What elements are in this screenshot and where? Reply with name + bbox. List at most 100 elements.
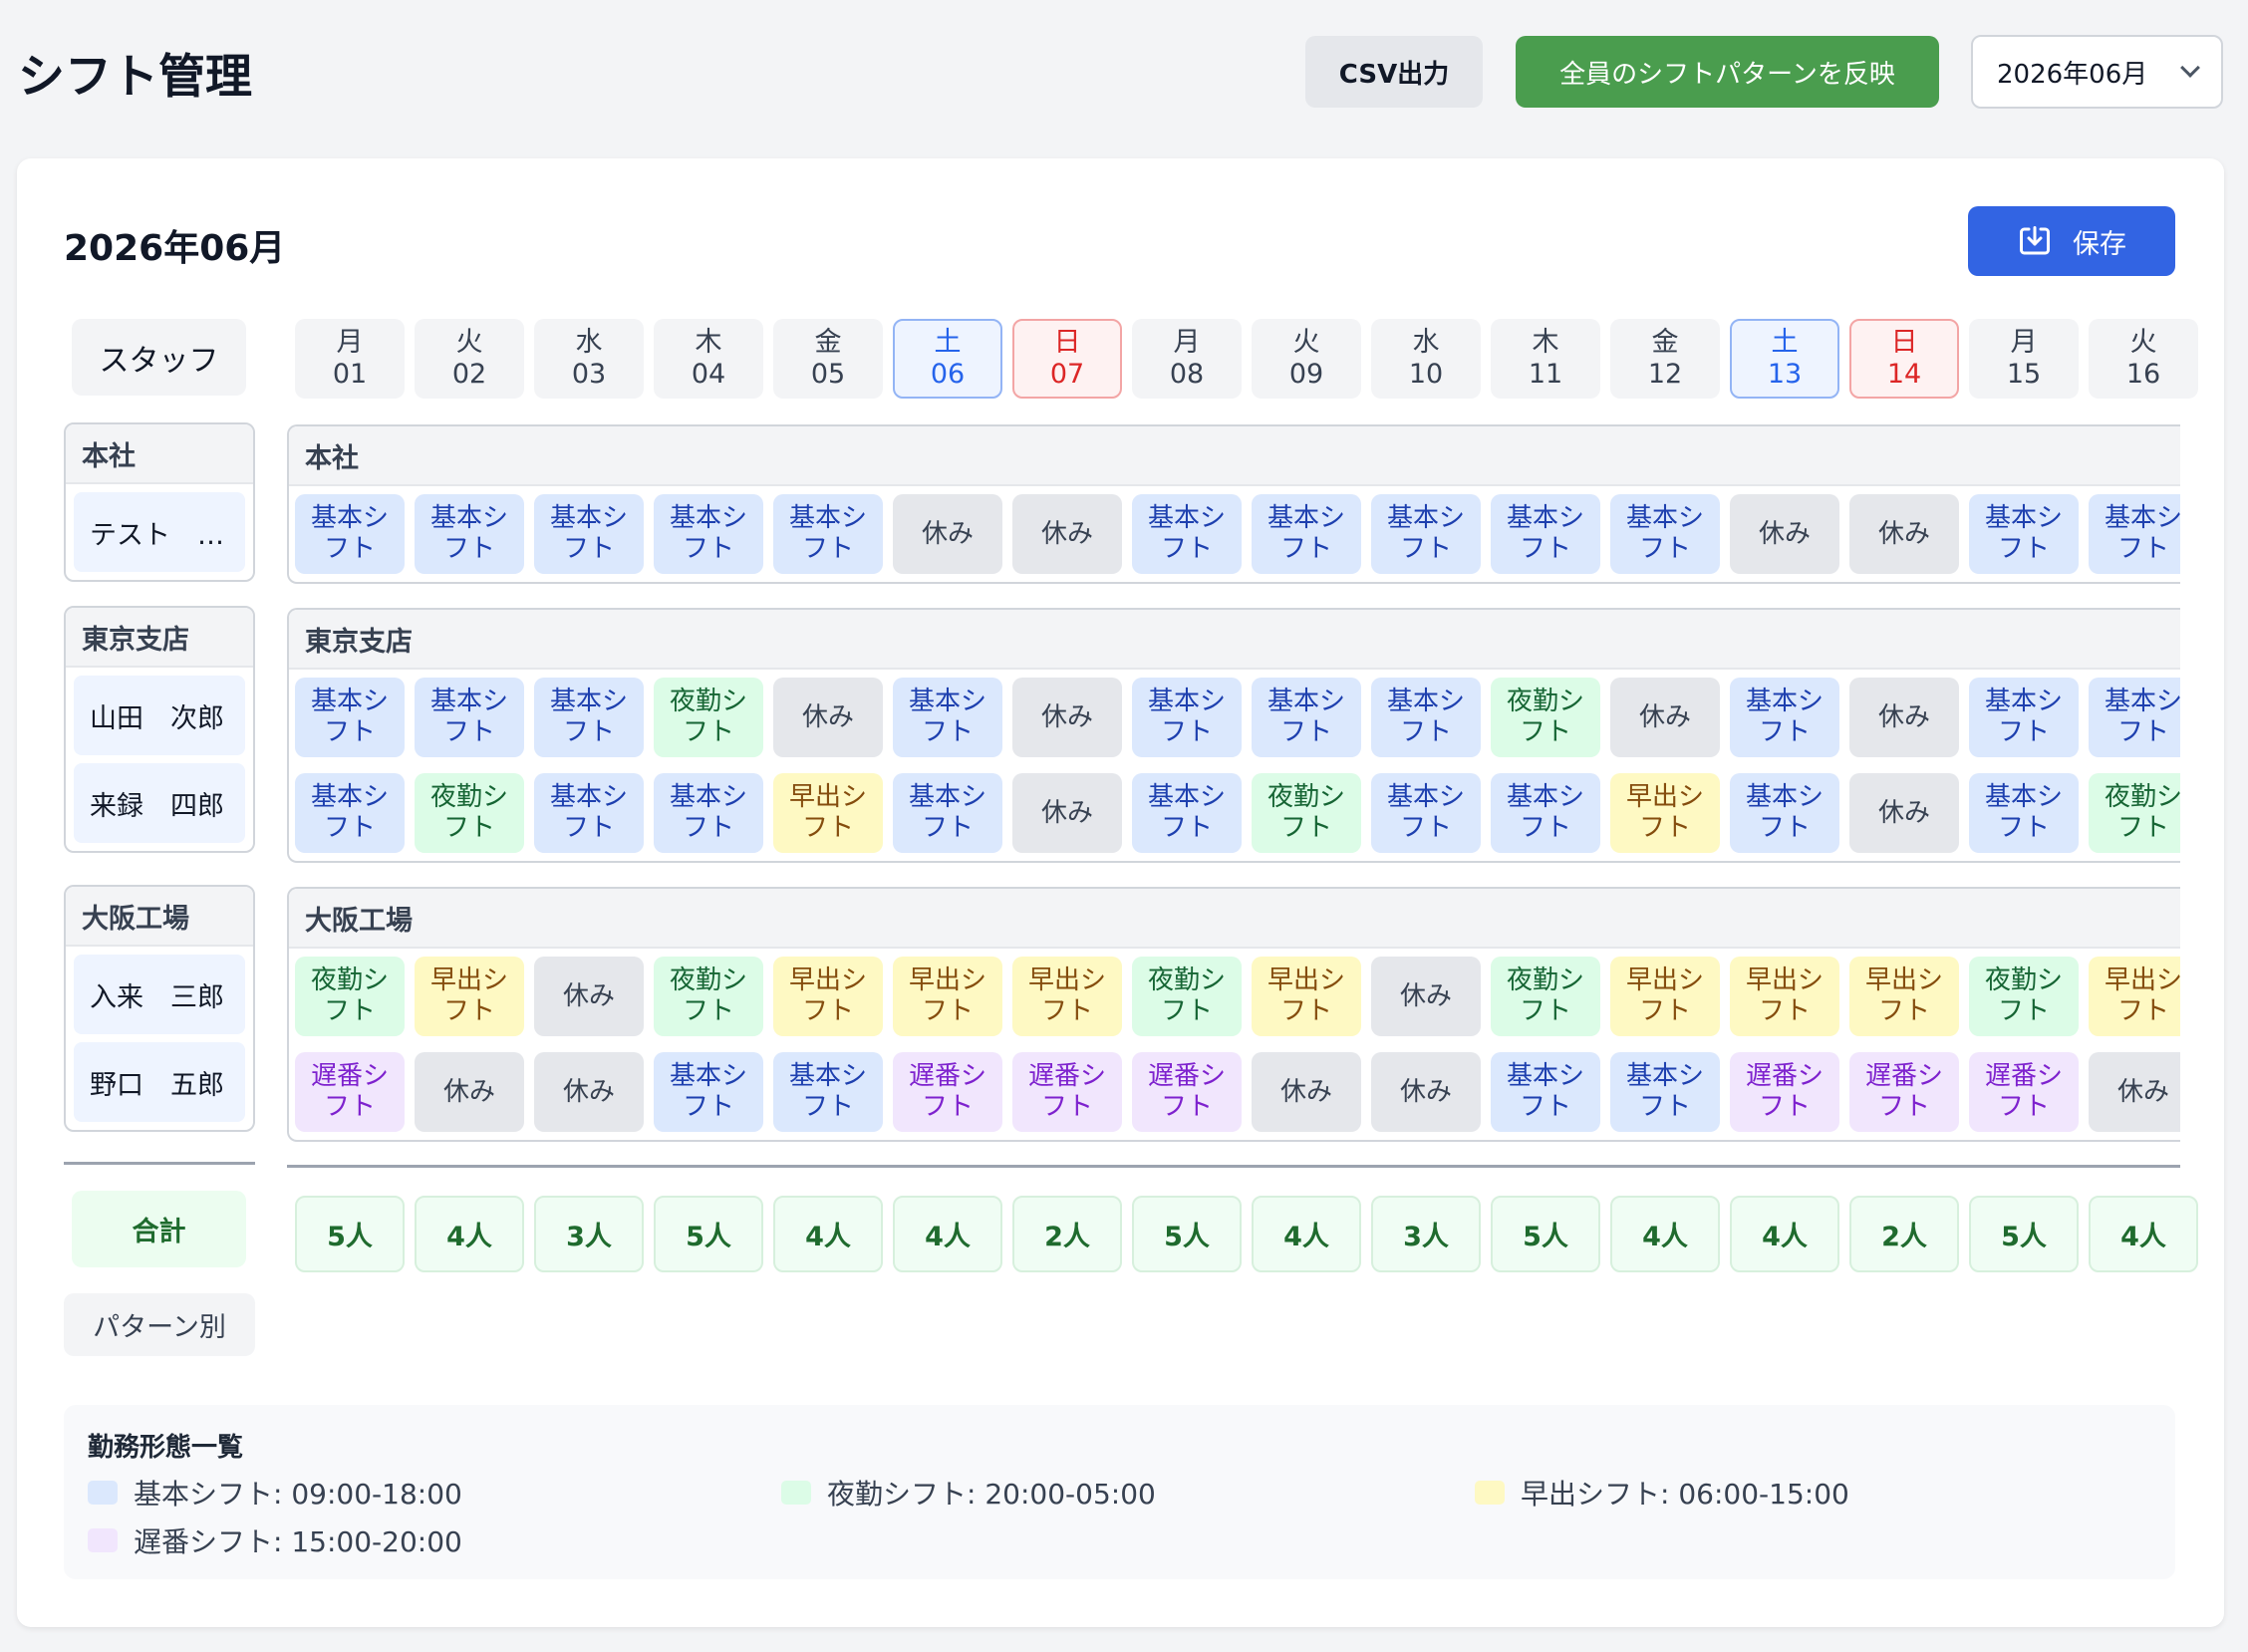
shift-cell[interactable]: 基本シ フト xyxy=(893,773,1002,853)
shift-cell[interactable]: 夜勤シ フト xyxy=(1969,957,2079,1036)
shift-cell[interactable]: 早出シ フト xyxy=(893,957,1002,1036)
shift-cell[interactable]: 基本シ フト xyxy=(2089,678,2180,757)
staff-name[interactable]: 来録 四郎 xyxy=(74,763,245,843)
shift-cell[interactable]: 基本シ フト xyxy=(1371,678,1481,757)
shift-cell[interactable]: 夜勤シ フト xyxy=(1252,773,1361,853)
shift-cell[interactable]: 早出シ フト xyxy=(1012,957,1122,1036)
shift-cell[interactable]: 遅番シ フト xyxy=(1969,1052,2079,1132)
staff-name[interactable]: 入来 三郎 xyxy=(74,955,245,1034)
daily-total: 4人 xyxy=(1252,1196,1361,1272)
day-header: 火 02 xyxy=(415,319,524,399)
shift-cell[interactable]: 夜勤シ フト xyxy=(2089,773,2180,853)
shift-cell[interactable]: 遅番シ フト xyxy=(1132,1052,1242,1132)
shift-cell[interactable]: 休み xyxy=(1371,1052,1481,1132)
shift-cell[interactable]: 基本シ フト xyxy=(1371,494,1481,574)
shift-cell[interactable]: 早出シ フト xyxy=(1252,957,1361,1036)
shift-cell[interactable]: 夜勤シ フト xyxy=(1132,957,1242,1036)
shift-cell[interactable]: 休み xyxy=(1849,494,1959,574)
daily-total: 4人 xyxy=(1610,1196,1720,1272)
shift-cell[interactable]: 基本シ フト xyxy=(654,773,763,853)
csv-export-button[interactable]: CSV出力 xyxy=(1305,36,1483,108)
shift-cell[interactable]: 基本シ フト xyxy=(1132,773,1242,853)
shift-cell[interactable]: 基本シ フト xyxy=(2089,494,2180,574)
pattern-breakdown-button[interactable]: パターン別 xyxy=(64,1293,255,1356)
shift-cell[interactable]: 基本シ フト xyxy=(534,678,644,757)
shift-cell[interactable]: 基本シ フト xyxy=(295,773,405,853)
shift-cell[interactable]: 夜勤シ フト xyxy=(415,773,524,853)
staff-column-header: スタッフ xyxy=(72,319,246,396)
shift-cell[interactable]: 遅番シ フト xyxy=(1730,1052,1839,1132)
shift-cell[interactable]: 遅番シ フト xyxy=(295,1052,405,1132)
shift-cell[interactable]: 夜勤シ フト xyxy=(1491,678,1600,757)
shift-cell[interactable]: 基本シ フト xyxy=(1252,494,1361,574)
shift-cell[interactable]: 基本シ フト xyxy=(1491,1052,1600,1132)
staff-name[interactable]: 山田 次郎 xyxy=(74,676,245,755)
staff-group: 本社 テスト … xyxy=(64,422,255,582)
shift-cell[interactable]: 休み xyxy=(1371,957,1481,1036)
shift-cell[interactable]: 基本シ フト xyxy=(295,678,405,757)
shift-cell[interactable]: 基本シ フト xyxy=(1132,678,1242,757)
shift-cell[interactable]: 基本シ フト xyxy=(295,494,405,574)
shift-cell[interactable]: 休み xyxy=(1012,494,1122,574)
shift-cell[interactable]: 基本シ フト xyxy=(773,494,883,574)
shift-cell[interactable]: 早出シ フト xyxy=(415,957,524,1036)
shift-cell[interactable]: 夜勤シ フト xyxy=(654,957,763,1036)
shift-cell[interactable]: 休み xyxy=(1012,678,1122,757)
shift-cell[interactable]: 基本シ フト xyxy=(1132,494,1242,574)
shift-cell[interactable]: 基本シ フト xyxy=(1371,773,1481,853)
shift-cell[interactable]: 基本シ フト xyxy=(773,1052,883,1132)
shift-cell[interactable]: 休み xyxy=(534,957,644,1036)
shift-cell[interactable]: 基本シ フト xyxy=(1491,494,1600,574)
shift-cell[interactable]: 夜勤シ フト xyxy=(1491,957,1600,1036)
shift-cell[interactable]: 基本シ フト xyxy=(1969,494,2079,574)
shift-cell[interactable]: 早出シ フト xyxy=(2089,957,2180,1036)
shift-cell[interactable]: 休み xyxy=(534,1052,644,1132)
shift-cell[interactable]: 休み xyxy=(1252,1052,1361,1132)
shift-cell[interactable]: 早出シ フト xyxy=(773,773,883,853)
shift-cell[interactable]: 基本シ フト xyxy=(1969,678,2079,757)
shift-cell[interactable]: 基本シ フト xyxy=(1969,773,2079,853)
shift-cell[interactable]: 基本シ フト xyxy=(654,494,763,574)
shift-cell[interactable]: 基本シ フト xyxy=(1252,678,1361,757)
day-header: 水 03 xyxy=(534,319,644,399)
shift-cell[interactable]: 早出シ フト xyxy=(1730,957,1839,1036)
shift-cell[interactable]: 夜勤シ フト xyxy=(654,678,763,757)
shift-cell[interactable]: 休み xyxy=(893,494,1002,574)
shift-cell[interactable]: 基本シ フト xyxy=(1610,494,1720,574)
shift-cell[interactable]: 休み xyxy=(1849,773,1959,853)
shift-cell[interactable]: 基本シ フト xyxy=(654,1052,763,1132)
shift-cell[interactable]: 基本シ フト xyxy=(1730,678,1839,757)
shift-cell[interactable]: 早出シ フト xyxy=(1610,957,1720,1036)
shift-cell[interactable]: 基本シ フト xyxy=(893,678,1002,757)
staff-name[interactable]: 野口 五郎 xyxy=(74,1042,245,1122)
shift-cell[interactable]: 早出シ フト xyxy=(1849,957,1959,1036)
shift-cell[interactable]: 遅番シ フト xyxy=(1849,1052,1959,1132)
shift-legend: 勤務形態一覧 基本シフト: 09:00-18:00 夜勤シフト: 20:00-05… xyxy=(64,1405,2175,1579)
shift-cell[interactable]: 休み xyxy=(1012,773,1122,853)
shift-cell[interactable]: 基本シ フト xyxy=(415,494,524,574)
save-button[interactable]: 保存 xyxy=(1968,206,2175,276)
shift-cell[interactable]: 休み xyxy=(773,678,883,757)
shift-cell[interactable]: 休み xyxy=(2089,1052,2180,1132)
shift-cell[interactable]: 休み xyxy=(1849,678,1959,757)
daily-total: 3人 xyxy=(534,1196,644,1272)
shift-cell[interactable]: 早出シ フト xyxy=(1610,773,1720,853)
shift-cell[interactable]: 基本シ フト xyxy=(534,494,644,574)
shift-cell[interactable]: 早出シ フト xyxy=(773,957,883,1036)
shift-cell[interactable]: 基本シ フト xyxy=(1730,773,1839,853)
apply-all-patterns-button[interactable]: 全員のシフトパターンを反映 xyxy=(1516,36,1939,108)
shift-cell[interactable]: 夜勤シ フト xyxy=(295,957,405,1036)
day-of-week: 月 xyxy=(1173,327,1201,358)
shift-cell[interactable]: 休み xyxy=(1610,678,1720,757)
shift-cell[interactable]: 基本シ フト xyxy=(415,678,524,757)
shift-cell[interactable]: 休み xyxy=(415,1052,524,1132)
shift-cell[interactable]: 遅番シ フト xyxy=(893,1052,1002,1132)
month-select[interactable]: 2026年06月 xyxy=(1971,35,2223,109)
shift-cell[interactable]: 基本シ フト xyxy=(534,773,644,853)
shift-cell[interactable]: 休み xyxy=(1730,494,1839,574)
staff-name[interactable]: テスト … xyxy=(74,492,245,572)
shift-cell[interactable]: 基本シ フト xyxy=(1491,773,1600,853)
shift-cell[interactable]: 基本シ フト xyxy=(1610,1052,1720,1132)
shift-row: 基本シ フト 夜勤シ フト 基本シ フト 基本シ フト 早出シ フト 基本シ フト 休み 基本… xyxy=(289,765,2180,861)
shift-cell[interactable]: 遅番シ フト xyxy=(1012,1052,1122,1132)
